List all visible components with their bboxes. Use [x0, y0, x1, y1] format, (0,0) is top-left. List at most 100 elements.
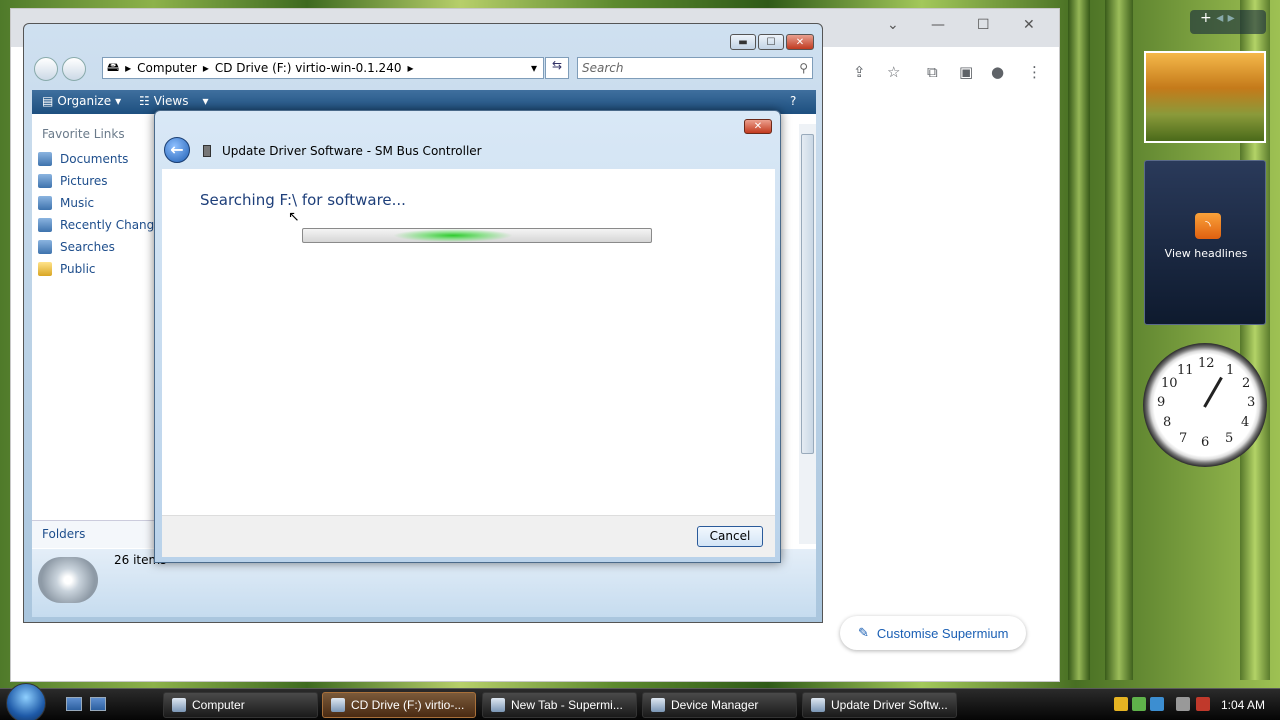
- close-icon[interactable]: ✕: [1023, 17, 1035, 33]
- organize-button[interactable]: ▤ Organize ▾: [42, 94, 121, 108]
- help-icon[interactable]: ?: [790, 94, 796, 108]
- organize-icon: ▤: [42, 94, 54, 108]
- dropdown-arrow-icon[interactable]: ▾: [531, 61, 543, 75]
- clock-gadget[interactable]: 12 1 2 3 4 5 6 7 8 9 10 11: [1143, 343, 1267, 467]
- music-icon: [38, 196, 52, 210]
- favorite-pictures[interactable]: Pictures: [38, 174, 108, 188]
- bookmark-star-icon[interactable]: ☆: [887, 63, 900, 81]
- side-panel-icon[interactable]: ▣: [959, 63, 973, 81]
- breadcrumb-computer[interactable]: Computer: [137, 61, 197, 75]
- pictures-icon: [38, 174, 52, 188]
- clock-number: 3: [1247, 395, 1256, 410]
- mouse-cursor-icon: ↖: [288, 209, 300, 225]
- progress-bar: [302, 228, 652, 243]
- device-icon: [203, 145, 211, 157]
- clock-number: 9: [1157, 395, 1166, 410]
- progress-glow: [393, 229, 513, 242]
- chevron-right-icon: ▸: [125, 61, 132, 75]
- folders-toggle[interactable]: Folders: [32, 520, 157, 548]
- task-label: CD Drive (F:) virtio-...: [351, 698, 465, 712]
- switch-windows-icon[interactable]: [90, 697, 106, 711]
- chevron-right-icon: ▸: [407, 61, 414, 75]
- menu-icon[interactable]: ⋮: [1027, 63, 1042, 81]
- clock-time[interactable]: 1:04 AM: [1221, 698, 1265, 712]
- breadcrumb-cd-drive[interactable]: CD Drive (F:) virtio-win-0.1.240: [215, 61, 402, 75]
- slideshow-gadget[interactable]: [1144, 51, 1266, 143]
- favorite-searches[interactable]: Searches: [38, 240, 115, 254]
- sidebar-add-gadget[interactable]: + ◂ ▸: [1190, 10, 1266, 34]
- taskbar-item-device-manager[interactable]: Device Manager: [642, 692, 797, 718]
- plus-icon: +: [1200, 10, 1212, 26]
- taskbar-item-cd-drive[interactable]: CD Drive (F:) virtio-...: [322, 692, 476, 718]
- start-button[interactable]: [6, 683, 46, 720]
- scrollbar-thumb[interactable]: [801, 134, 814, 454]
- address-bar[interactable]: 🖴 ▸ Computer ▸ CD Drive (F:) virtio-win-…: [102, 57, 544, 79]
- chevron-down-icon[interactable]: ⌄: [887, 17, 899, 33]
- searches-icon: [38, 240, 52, 254]
- cancel-button[interactable]: Cancel: [697, 526, 763, 547]
- device-manager-icon: [651, 698, 665, 712]
- views-button[interactable]: ☷ Views ▾: [139, 94, 209, 108]
- pencil-icon: ✎: [858, 625, 869, 640]
- search-status: Searching F:\ for software...: [200, 191, 406, 209]
- view-headlines-label[interactable]: View headlines: [1145, 247, 1267, 260]
- maximize-button[interactable]: ☐: [758, 34, 784, 50]
- clock-number: 12: [1198, 356, 1215, 371]
- device-icon: [811, 698, 825, 712]
- clock-number: 4: [1241, 415, 1250, 430]
- favorite-public[interactable]: Public: [38, 262, 96, 276]
- profile-icon[interactable]: ●: [991, 63, 1004, 81]
- computer-icon: 🖴: [107, 59, 120, 74]
- documents-icon: [38, 152, 52, 166]
- back-arrow-icon[interactable]: ←: [164, 137, 190, 163]
- extensions-icon[interactable]: ⧉: [927, 63, 938, 81]
- taskbar: Computer CD Drive (F:) virtio-... New Ta…: [0, 683, 1280, 720]
- display-icon[interactable]: [1176, 697, 1190, 711]
- dialog-close-button[interactable]: ✕: [744, 119, 772, 134]
- minimize-button[interactable]: ▬: [730, 34, 756, 50]
- taskbar-item-update-driver[interactable]: Update Driver Softw...: [802, 692, 957, 718]
- computer-icon: [172, 698, 186, 712]
- chevron-down-icon: ▾: [115, 94, 122, 108]
- search-input[interactable]: Search ⚲: [577, 57, 813, 79]
- network-icon[interactable]: [1150, 697, 1164, 711]
- search-icon: ⚲: [799, 61, 808, 75]
- favorite-label: Searches: [60, 240, 115, 254]
- favorite-label: Recently Changed: [60, 218, 170, 232]
- chevron-right-icon: ▸: [202, 61, 209, 75]
- taskbar-item-computer[interactable]: Computer: [163, 692, 318, 718]
- share-icon[interactable]: ⇪: [853, 63, 866, 81]
- dialog-footer: [162, 515, 775, 557]
- rss-icon: ◝: [1195, 213, 1221, 239]
- feed-headlines-gadget[interactable]: ◝ View headlines: [1144, 160, 1266, 325]
- nav-arrows-icon[interactable]: ◂ ▸: [1216, 10, 1235, 26]
- close-button[interactable]: ✕: [786, 34, 814, 50]
- clock-number: 6: [1201, 435, 1210, 450]
- clock-number: 8: [1163, 415, 1172, 430]
- favorite-label: Pictures: [60, 174, 108, 188]
- favorite-recently-changed[interactable]: Recently Changed: [38, 218, 169, 232]
- customise-button[interactable]: ✎ Customise Supermium: [840, 616, 1026, 650]
- clock-number: 10: [1161, 376, 1178, 391]
- favorite-music[interactable]: Music: [38, 196, 94, 210]
- dialog-body: Searching F:\ for software... ↖: [162, 169, 775, 515]
- clock-number: 7: [1179, 431, 1188, 446]
- favorite-documents[interactable]: Documents: [38, 152, 128, 166]
- refresh-button[interactable]: ⇆: [545, 57, 569, 79]
- back-button[interactable]: [34, 57, 58, 81]
- minimize-icon[interactable]: —: [931, 17, 945, 33]
- task-label: Update Driver Softw...: [831, 698, 948, 712]
- taskbar-item-new-tab[interactable]: New Tab - Supermi...: [482, 692, 637, 718]
- cd-drive-icon: [38, 557, 98, 603]
- task-label: Computer: [192, 698, 245, 712]
- security-shield-icon[interactable]: [1114, 697, 1128, 711]
- chevron-down-icon: ▾: [202, 94, 209, 108]
- update-check-icon[interactable]: [1132, 697, 1146, 711]
- show-desktop-icon[interactable]: [66, 697, 82, 711]
- maximize-icon[interactable]: ☐: [977, 17, 990, 33]
- search-placeholder: Search: [582, 61, 624, 75]
- update-driver-dialog: ✕ ← Update Driver Software - SM Bus Cont…: [154, 110, 781, 563]
- forward-button[interactable]: [62, 57, 86, 81]
- volume-muted-icon[interactable]: [1196, 697, 1210, 711]
- views-icon: ☷: [139, 94, 150, 108]
